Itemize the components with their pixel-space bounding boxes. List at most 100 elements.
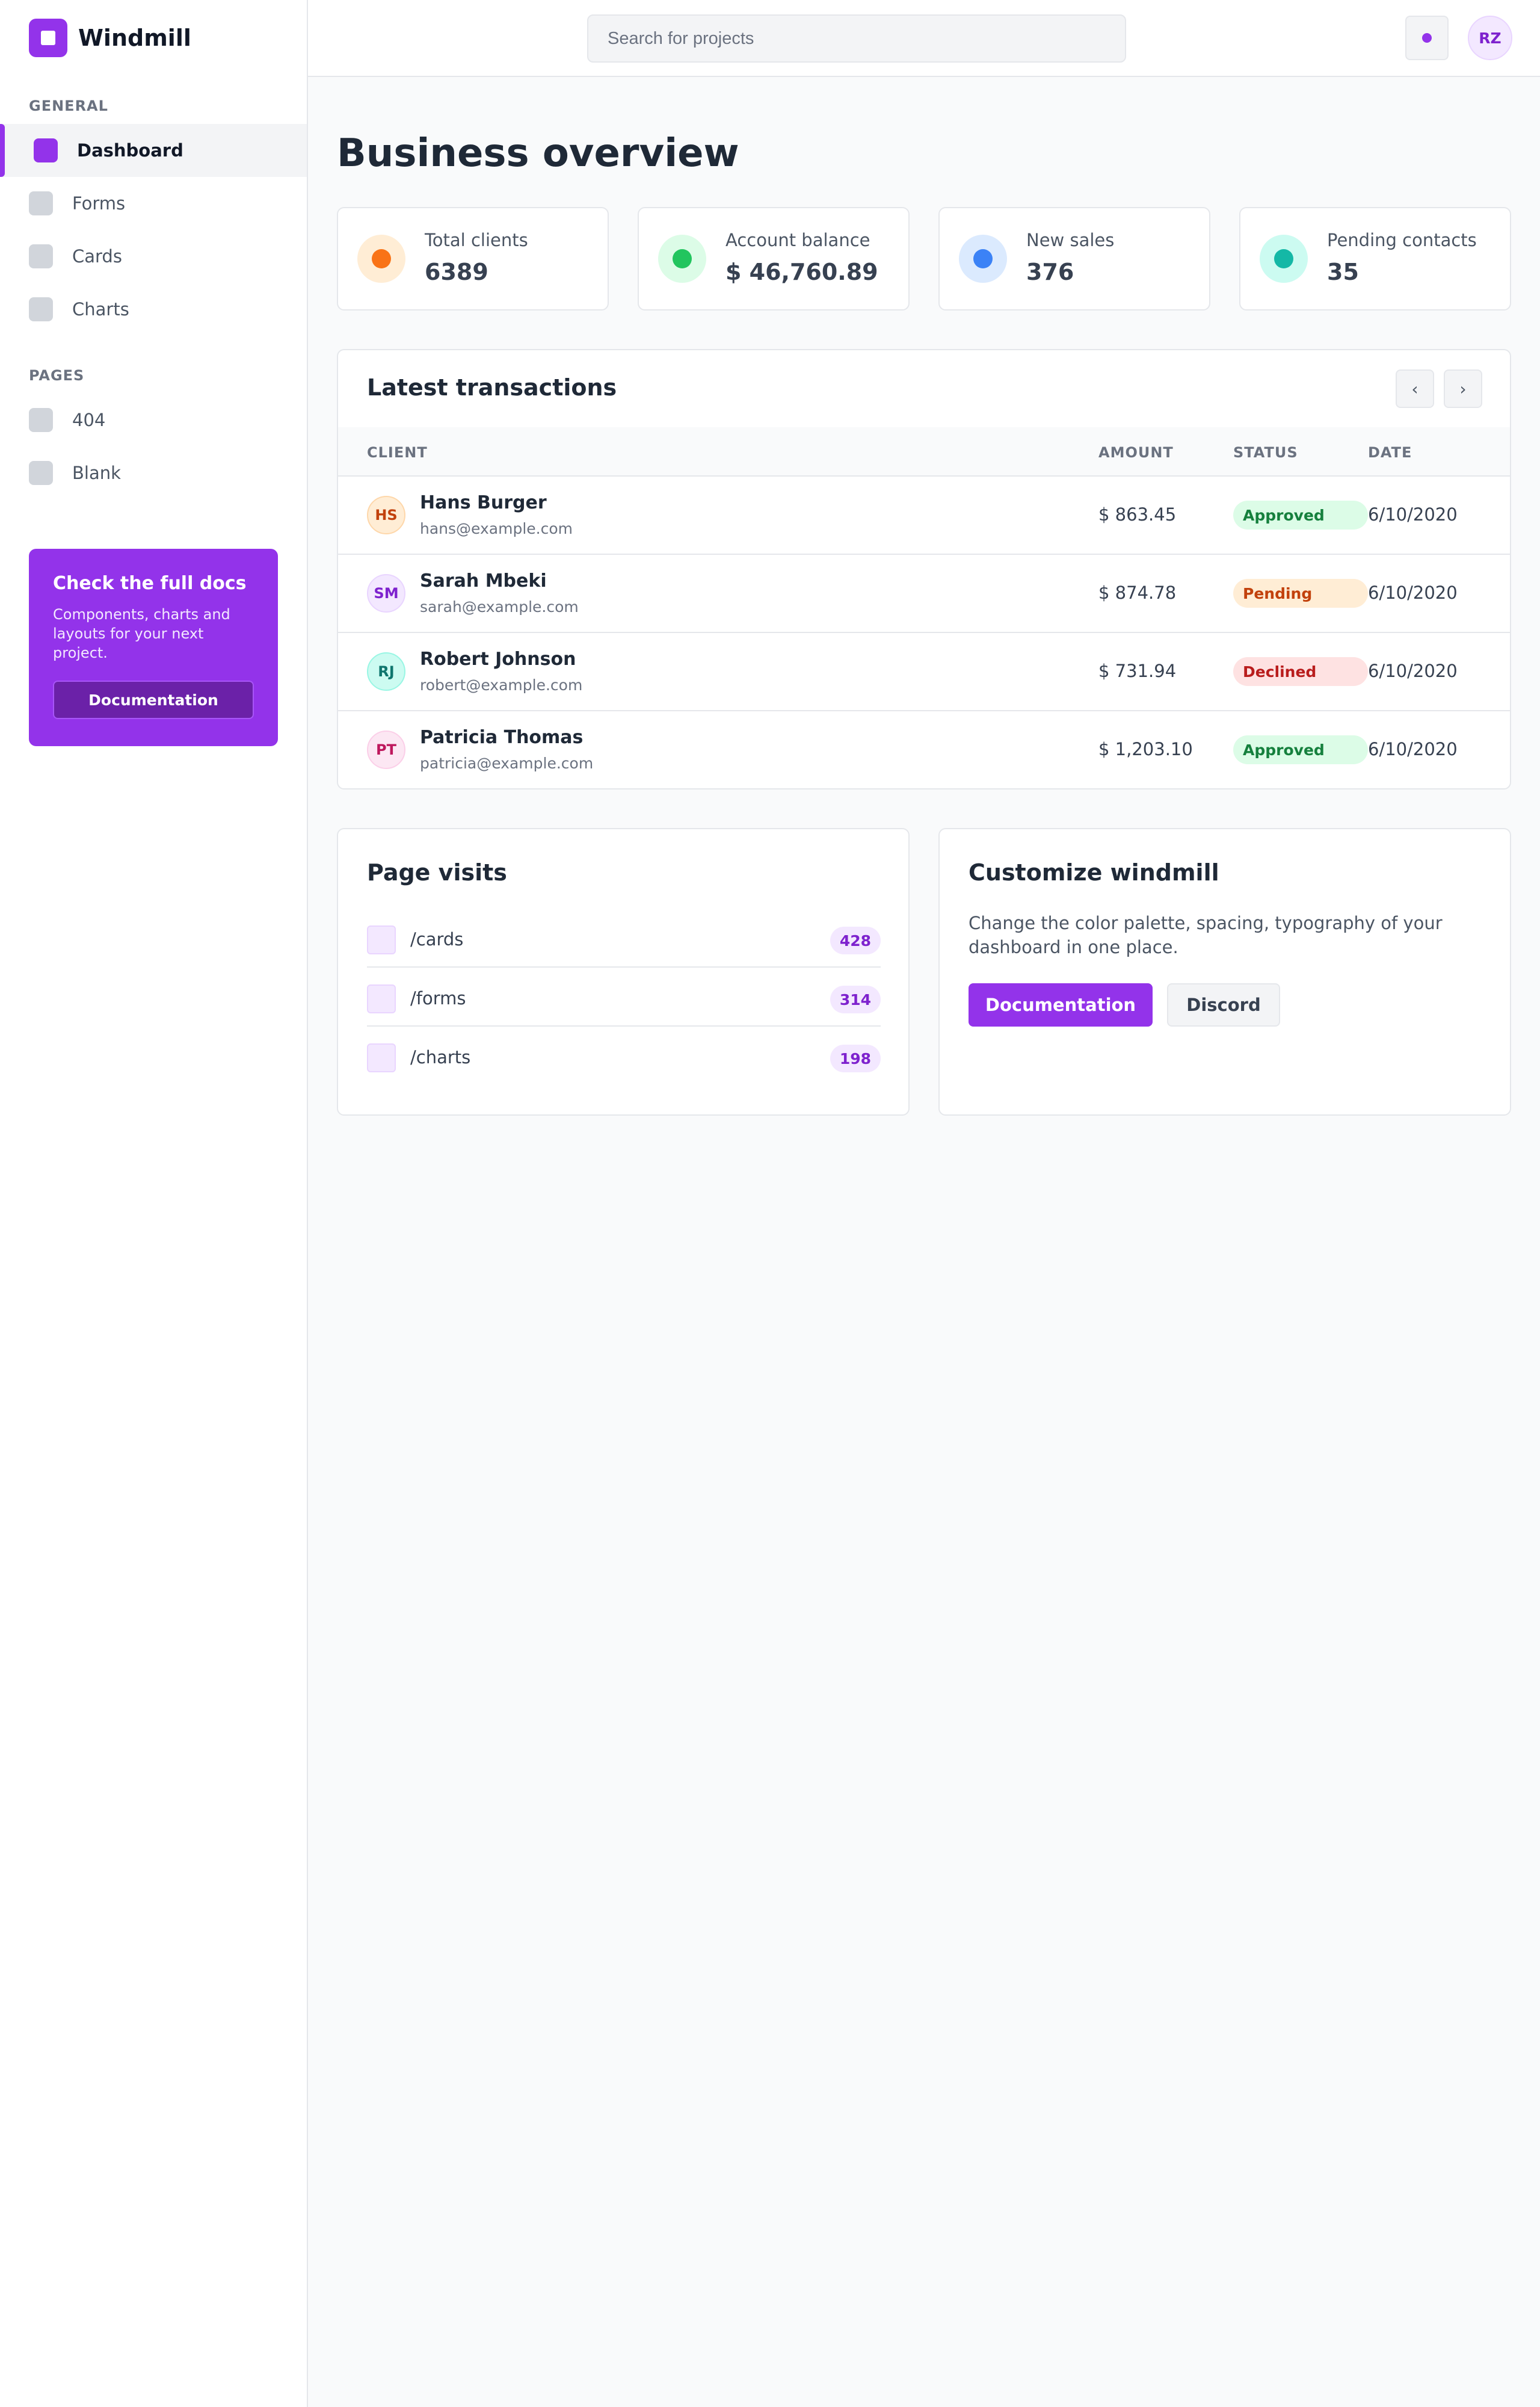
previous-page-button[interactable]: ‹ <box>1396 369 1434 408</box>
stat-label: Account balance <box>725 230 870 250</box>
page-visits-card: Page visits /cards 428 /forms 314 /chart… <box>337 828 910 1116</box>
search-input[interactable] <box>587 14 1126 63</box>
top-header: RZ <box>308 0 1540 77</box>
page-path: /charts <box>410 1047 471 1068</box>
sidebar-item-forms[interactable]: Forms <box>0 177 307 230</box>
nav-section-general: GENERAL <box>29 97 108 114</box>
sidebar-item-label: Dashboard <box>77 140 183 161</box>
client-avatar: PT <box>367 731 405 769</box>
stat-card-total-clients: Total clients 6389 <box>337 207 609 311</box>
balance-icon <box>658 235 706 283</box>
visit-count-badge: 314 <box>830 986 881 1013</box>
client-email: hans@example.com <box>420 520 573 537</box>
client-name: Patricia Thomas <box>420 727 584 748</box>
customize-title: Customize windmill <box>969 859 1219 886</box>
stat-card-pending-contacts: Pending contacts 35 <box>1239 207 1511 311</box>
sidebar-item-blank[interactable]: Blank <box>0 446 307 499</box>
transaction-date: 6/10/2020 <box>1368 504 1458 525</box>
table-row[interactable]: SM Sarah Mbeki sarah@example.com $ 874.7… <box>338 555 1510 633</box>
brand[interactable]: Windmill <box>29 18 191 58</box>
client-email: patricia@example.com <box>420 755 594 772</box>
page-visits-title: Page visits <box>367 859 507 886</box>
status-badge: Approved <box>1233 735 1368 764</box>
transaction-amount: $ 863.45 <box>1098 504 1177 525</box>
status-badge: Approved <box>1233 501 1368 530</box>
sales-icon <box>959 235 1007 283</box>
transaction-date: 6/10/2020 <box>1368 661 1458 681</box>
stat-label: Pending contacts <box>1327 230 1477 250</box>
customize-card: Customize windmill Change the color pale… <box>938 828 1511 1116</box>
stat-label: New sales <box>1026 230 1115 250</box>
docs-card-text: Components, charts and layouts for your … <box>53 606 230 661</box>
stat-card-new-sales: New sales 376 <box>938 207 1210 311</box>
sidebar-item-cards[interactable]: Cards <box>0 230 307 283</box>
stat-label: Total clients <box>425 230 528 250</box>
list-item[interactable]: /cards 428 <box>367 910 881 968</box>
sidebar: Windmill GENERAL Dashboard Forms Cards C… <box>0 0 308 2407</box>
customize-text: Change the color palette, spacing, typog… <box>969 913 1443 957</box>
forms-icon <box>29 191 53 215</box>
sidebar-item-label: 404 <box>72 410 106 430</box>
next-page-button[interactable]: › <box>1444 369 1482 408</box>
404-icon <box>29 408 53 432</box>
user-avatar[interactable]: RZ <box>1468 16 1512 60</box>
client-email: robert@example.com <box>420 676 583 694</box>
transaction-amount: $ 1,203.10 <box>1098 739 1193 759</box>
sidebar-item-dashboard[interactable]: Dashboard <box>0 124 307 177</box>
client-avatar: RJ <box>367 652 405 691</box>
notification-button[interactable] <box>1405 16 1449 60</box>
page-icon <box>367 925 396 954</box>
table-row[interactable]: PT Patricia Thomas patricia@example.com … <box>338 711 1510 788</box>
contacts-icon <box>1260 235 1308 283</box>
stat-value: 35 <box>1327 259 1359 285</box>
table-header: CLIENT AMOUNT STATUS DATE <box>338 427 1510 477</box>
client-name: Hans Burger <box>420 492 547 513</box>
cards-icon <box>29 244 53 268</box>
sidebar-item-charts[interactable]: Charts <box>0 283 307 336</box>
stat-value: 6389 <box>425 259 488 285</box>
page-path: /cards <box>410 929 464 950</box>
page-title: Business overview <box>337 131 739 176</box>
client-avatar: SM <box>367 574 405 613</box>
visit-count-badge: 198 <box>830 1045 881 1072</box>
docs-card: Check the full docs Components, charts a… <box>29 549 278 746</box>
table-row[interactable]: RJ Robert Johnson robert@example.com $ 7… <box>338 633 1510 711</box>
transactions-title: Latest transactions <box>367 374 617 401</box>
docs-documentation-button[interactable]: Documentation <box>53 681 254 719</box>
column-header-status: STATUS <box>1233 444 1298 461</box>
windmill-logo-icon <box>29 19 67 57</box>
sidebar-item-label: Charts <box>72 299 129 320</box>
transaction-date: 6/10/2020 <box>1368 582 1458 603</box>
sidebar-item-label: Forms <box>72 193 126 214</box>
client-avatar: HS <box>367 496 405 534</box>
client-email: sarah@example.com <box>420 598 579 616</box>
client-name: Sarah Mbeki <box>420 570 547 592</box>
brand-name: Windmill <box>78 25 191 51</box>
list-item[interactable]: /charts 198 <box>367 1028 881 1086</box>
column-header-client: CLIENT <box>367 444 428 461</box>
clients-icon <box>357 235 405 283</box>
documentation-button[interactable]: Documentation <box>969 983 1153 1027</box>
discord-button[interactable]: Discord <box>1167 983 1280 1027</box>
nav-section-pages: PAGES <box>29 367 85 384</box>
charts-icon <box>29 297 53 321</box>
table-row[interactable]: HS Hans Burger hans@example.com $ 863.45… <box>338 477 1510 555</box>
page-path: /forms <box>410 988 466 1009</box>
visit-count-badge: 428 <box>830 927 881 954</box>
transaction-amount: $ 874.78 <box>1098 582 1177 603</box>
sidebar-item-404[interactable]: 404 <box>0 394 307 446</box>
dashboard-icon <box>34 138 58 162</box>
docs-card-title: Check the full docs <box>53 573 247 594</box>
blank-icon <box>29 461 53 485</box>
notification-dot-icon <box>1422 33 1432 43</box>
list-item[interactable]: /forms 314 <box>367 969 881 1027</box>
column-header-amount: AMOUNT <box>1098 444 1174 461</box>
page-icon <box>367 1043 396 1072</box>
sidebar-item-label: Cards <box>72 246 122 267</box>
stat-value: 376 <box>1026 259 1074 285</box>
stat-card-account-balance: Account balance $ 46,760.89 <box>638 207 910 311</box>
transaction-amount: $ 731.94 <box>1098 661 1177 681</box>
stat-value: $ 46,760.89 <box>725 259 878 285</box>
status-badge: Pending <box>1233 579 1368 608</box>
client-name: Robert Johnson <box>420 649 576 670</box>
